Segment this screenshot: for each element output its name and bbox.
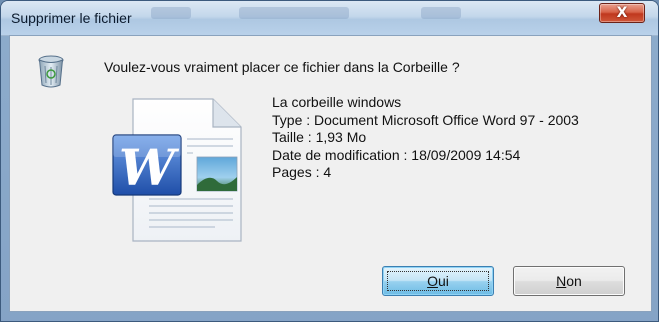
yes-button[interactable]: Oui	[382, 266, 494, 296]
recycle-bin-icon	[38, 55, 64, 88]
dialog-window: Supprimer le fichier X Voulez-vous vraim…	[0, 0, 659, 322]
close-icon: X	[616, 5, 628, 21]
dialog-body: Voulez-vous vraiment placer ce fichier d…	[9, 35, 652, 312]
svg-text:W: W	[119, 138, 180, 197]
background-blur	[151, 7, 191, 19]
file-type: Type : Document Microsoft Office Word 97…	[272, 111, 579, 128]
confirm-question: Voulez-vous vraiment placer ce fichier d…	[104, 59, 460, 75]
file-details: La corbeille windows Type : Document Mic…	[272, 94, 579, 182]
no-label-rest: on	[566, 273, 582, 289]
file-modified-date: Date de modification : 18/09/2009 14:54	[272, 146, 521, 163]
no-button[interactable]: Non	[513, 266, 625, 296]
file-name: La corbeille windows	[272, 94, 402, 110]
file-pages: Pages : 4	[272, 164, 332, 180]
focus-rectangle	[387, 271, 489, 291]
background-blur	[421, 7, 461, 19]
title-bar[interactable]: Supprimer le fichier X	[1, 1, 658, 36]
no-button-label: Non	[556, 273, 582, 289]
background-blur	[239, 7, 349, 19]
window-title: Supprimer le fichier	[11, 10, 132, 26]
file-size: Taille : 1,93 Mo	[272, 129, 367, 145]
close-button[interactable]: X	[599, 3, 645, 23]
word-document-icon: W	[112, 98, 242, 242]
no-mnemonic: N	[556, 273, 567, 289]
